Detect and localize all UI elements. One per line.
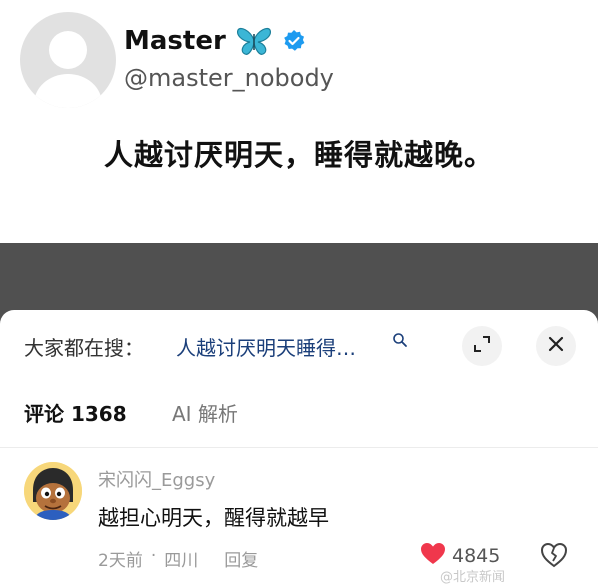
tweet-card: Master @master_nobody 人越讨厌明天，睡得就越晚。 (0, 0, 598, 243)
user-handle[interactable]: @master_nobody (124, 64, 334, 92)
display-name[interactable]: Master (124, 26, 226, 56)
comment-sheet: 大家都在搜： 人越讨厌明天睡得… 评论 1368 AI 解析 宋闪闪_Eggsy… (0, 310, 598, 584)
comment-tabs: 评论 1368 AI 解析 (0, 394, 598, 434)
comment-text: 越担心明天，醒得就越早 (98, 506, 329, 530)
tab-ai-analysis[interactable]: AI 解析 (172, 398, 238, 427)
comment-username[interactable]: 宋闪闪_Eggsy (98, 466, 215, 492)
reply-button[interactable]: 回复 (224, 546, 258, 571)
search-suggestion-row[interactable]: 大家都在搜： 人越讨厌明天睡得… (0, 326, 598, 366)
user-avatar[interactable] (24, 462, 82, 520)
default-avatar-icon[interactable] (20, 12, 116, 108)
watermark: @北京新闻 (440, 570, 506, 584)
comment-time: 2天前 (98, 551, 143, 571)
search-suggestion-link[interactable]: 人越讨厌明天睡得… (176, 332, 356, 361)
comment-location: 四川 (164, 551, 199, 571)
like-count: 4845 (452, 545, 501, 567)
close-button[interactable] (536, 326, 576, 366)
tab-comments[interactable]: 评论 1368 (24, 398, 127, 427)
divider (0, 447, 598, 448)
expand-icon (472, 334, 492, 358)
comment-meta: 2天前 · 四川 回复 (98, 546, 258, 571)
tweet-text: 人越讨厌明天，睡得就越晚。 (103, 138, 494, 172)
display-name-row[interactable]: Master (124, 26, 306, 56)
screenshot: Master @master_nobody 人越讨厌明天，睡得就越晚。 大家都在… (0, 0, 598, 584)
expand-button[interactable] (462, 326, 502, 366)
verified-badge-icon (282, 29, 306, 53)
meta-separator: · (150, 546, 157, 566)
comment-item: 宋闪闪_Eggsy 越担心明天，醒得就越早 2天前 · 四川 回复 4845 (0, 456, 598, 584)
search-icon[interactable] (392, 332, 408, 348)
butterfly-icon (236, 26, 272, 56)
search-prefix: 大家都在搜： (24, 336, 144, 360)
close-icon (547, 335, 565, 357)
dislike-icon[interactable] (540, 542, 568, 572)
